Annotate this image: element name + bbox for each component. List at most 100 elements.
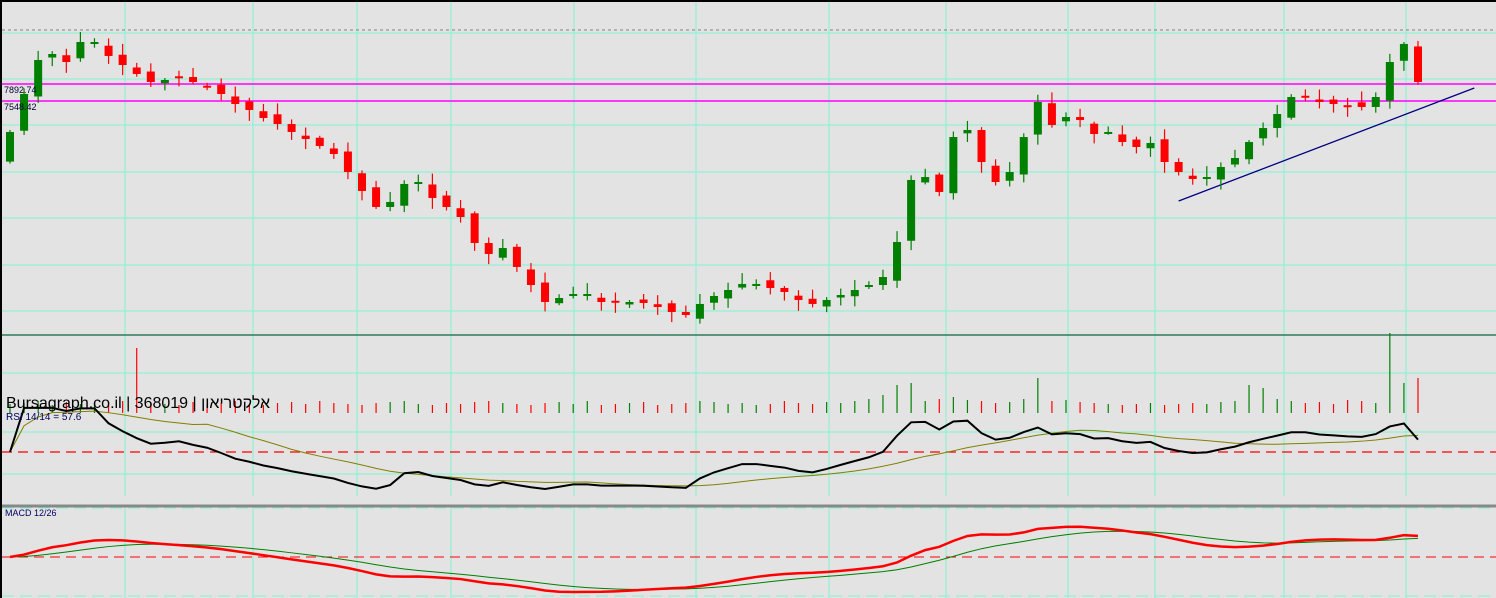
candle-body [893, 242, 902, 281]
candle-body [1146, 142, 1155, 149]
candle-body [386, 202, 395, 207]
candle-body [710, 295, 718, 303]
chart-canvas [2, 2, 1496, 598]
candle-body [1315, 99, 1324, 102]
candle-body [794, 295, 803, 300]
candle-body [217, 84, 226, 94]
candle-body [442, 195, 451, 207]
rsi-label: RSI 14/14 = 57.6 [6, 412, 82, 423]
candle-body [1371, 97, 1380, 107]
candle-body [301, 135, 310, 139]
candle-body [639, 299, 648, 303]
candle-body [48, 54, 57, 58]
candle-body [118, 54, 127, 66]
macd-signal-line [9, 530, 1419, 590]
candle-body [667, 303, 676, 312]
candle-body [991, 165, 1000, 182]
candle-body [6, 131, 14, 162]
candle-body [1174, 162, 1183, 173]
candle-body [372, 187, 381, 207]
candle-body [569, 294, 578, 296]
candle-body [738, 283, 747, 288]
candle-body [921, 177, 930, 183]
candle-body [1132, 139, 1141, 147]
candle-body [203, 85, 212, 88]
rsi-line [9, 406, 1419, 491]
candle-body [597, 297, 606, 302]
candle-body [977, 130, 986, 162]
candle-body [878, 277, 887, 286]
candle-body [456, 208, 465, 218]
candle-body [1385, 62, 1394, 101]
candle-body [1202, 177, 1211, 180]
candle-body [160, 79, 169, 84]
candle-body [1287, 97, 1296, 118]
candle-body [20, 94, 29, 131]
candle-body [822, 299, 831, 307]
candle-body [329, 148, 338, 154]
candle-body [695, 303, 704, 319]
macd-label: MACD 12/26 [5, 508, 57, 518]
candle-body [174, 76, 183, 79]
candle-body [1076, 117, 1085, 120]
candle-body [808, 298, 817, 304]
candle-body [611, 300, 620, 303]
candle-body [1301, 95, 1310, 98]
candle-body [1245, 142, 1254, 160]
candle-body [498, 248, 507, 258]
candle-body [484, 242, 493, 254]
candle-body [132, 67, 141, 74]
candle-body [273, 114, 282, 125]
candle-body [1259, 128, 1268, 139]
candle-body [315, 137, 324, 146]
candle-body [287, 124, 296, 132]
candle-body [1230, 158, 1239, 165]
candle-body [512, 246, 521, 267]
candle-body [400, 183, 409, 206]
candle-body [1118, 134, 1127, 142]
candle-body [653, 304, 662, 307]
candle-body [1033, 102, 1042, 135]
candle-body [231, 96, 240, 104]
candle-body [1357, 102, 1366, 107]
candle-body [780, 287, 789, 292]
candle-body [104, 45, 113, 56]
channel-lower-line [1178, 87, 1475, 202]
stock-chart: 7892.74 7548.42 Bursagraph.co.il | 36801… [0, 0, 1496, 598]
candle-body [526, 269, 535, 286]
candle-body [836, 294, 845, 298]
candle-body [1216, 166, 1225, 180]
candle-body [949, 137, 958, 194]
candle-body [428, 184, 437, 198]
candle-body [470, 213, 479, 243]
candle-body [245, 101, 254, 110]
candle-body [1160, 139, 1169, 162]
candle-body [1399, 43, 1408, 61]
candle-body [1414, 46, 1422, 82]
rsi-signal-line [9, 410, 1419, 487]
chart-title: Bursagraph.co.il | 368019 | אלקטריאון [6, 395, 271, 412]
candle-body [541, 282, 550, 302]
candle-body [1329, 99, 1338, 104]
candle-body [907, 179, 916, 241]
candle-body [343, 151, 352, 173]
candle-body [189, 77, 198, 82]
candle-body [625, 302, 634, 305]
candle-body [850, 290, 859, 297]
candle-body [1047, 103, 1056, 126]
candle-body [752, 283, 761, 286]
candle-body [76, 42, 85, 59]
candle-body [935, 174, 944, 192]
candle-body [1188, 175, 1197, 179]
candle-body [963, 130, 972, 134]
candle-body [146, 71, 155, 82]
candle-body [62, 55, 71, 62]
candle-body [1005, 172, 1014, 181]
candle-body [358, 173, 366, 191]
candle-body [555, 298, 564, 304]
candle-body [414, 182, 423, 184]
candle-body [90, 42, 99, 44]
candle-body [1273, 114, 1282, 129]
candle-body [1104, 131, 1113, 134]
candle-body [766, 280, 775, 288]
